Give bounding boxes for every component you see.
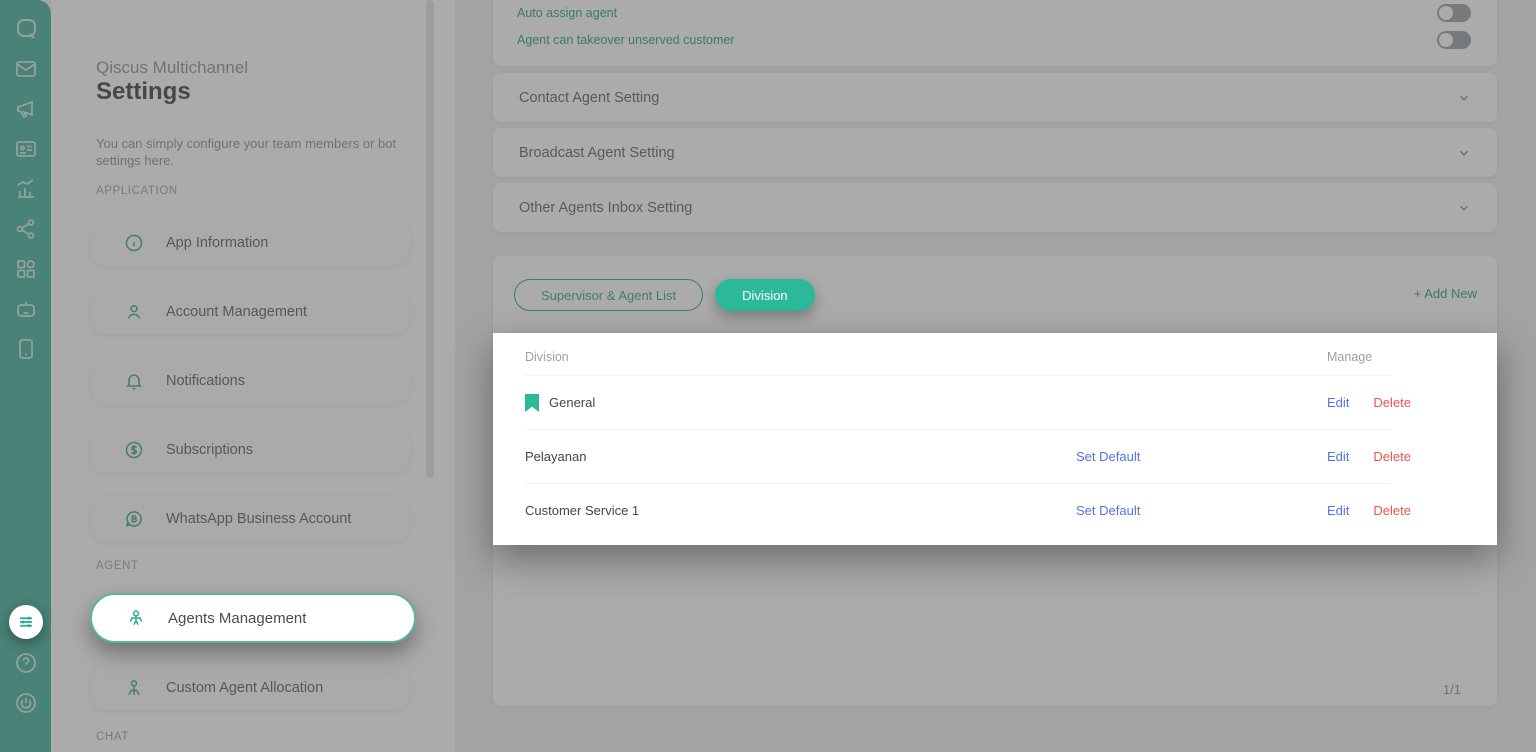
set-default-link[interactable]: Set Default bbox=[1076, 449, 1327, 464]
division-name: General bbox=[549, 395, 595, 410]
division-table: Division Manage General Edit Delete bbox=[493, 333, 1497, 545]
division-name: Pelayanan bbox=[525, 449, 586, 464]
tab-division[interactable]: Division bbox=[715, 279, 815, 311]
delete-link[interactable]: Delete bbox=[1373, 395, 1411, 410]
column-header-manage: Manage bbox=[1327, 350, 1391, 364]
edit-link[interactable]: Edit bbox=[1327, 449, 1349, 464]
set-default-link[interactable]: Set Default bbox=[1076, 503, 1327, 518]
delete-link[interactable]: Delete bbox=[1373, 449, 1411, 464]
sidebar-item-agents-management[interactable]: Agents Management bbox=[90, 593, 416, 643]
table-row: Pelayanan Set Default Edit Delete bbox=[525, 429, 1391, 483]
table-row: Customer Service 1 Set Default Edit Dele… bbox=[525, 483, 1391, 537]
delete-link[interactable]: Delete bbox=[1373, 503, 1411, 518]
table-row: General Edit Delete bbox=[525, 375, 1391, 429]
edit-link[interactable]: Edit bbox=[1327, 395, 1349, 410]
column-header-division: Division bbox=[525, 350, 1076, 364]
edit-link[interactable]: Edit bbox=[1327, 503, 1349, 518]
division-name: Customer Service 1 bbox=[525, 503, 639, 518]
default-bookmark-icon bbox=[525, 394, 539, 412]
agent-person-icon bbox=[126, 608, 146, 628]
sidebar-item-label: Agents Management bbox=[168, 610, 306, 627]
settings-icon[interactable] bbox=[9, 605, 43, 639]
table-header-row: Division Manage bbox=[525, 339, 1391, 375]
